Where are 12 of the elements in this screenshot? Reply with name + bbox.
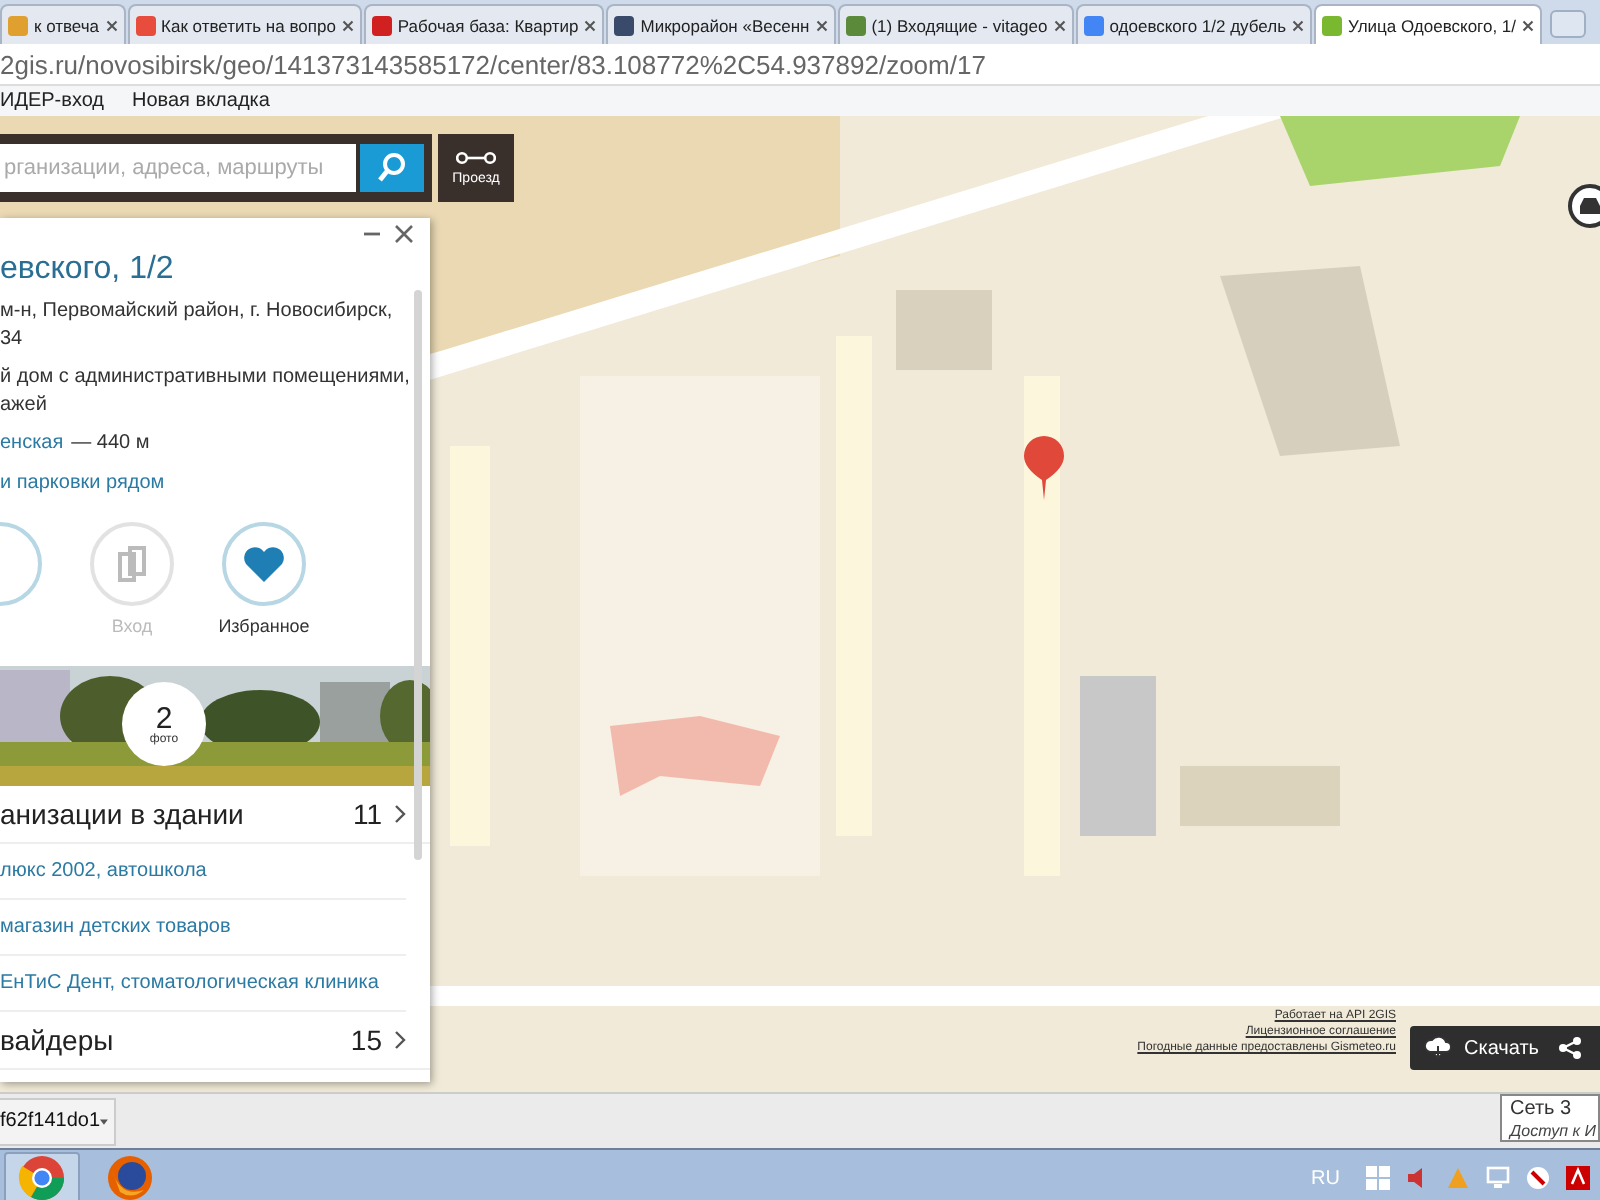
bookmark[interactable]: Новая вкладка bbox=[132, 90, 270, 112]
bookmark[interactable]: ИДЕР-вход bbox=[0, 90, 105, 112]
browser-tab[interactable]: к отвеча bbox=[0, 4, 126, 44]
address-bar[interactable]: 2gis.ru/novosibirsk/geo/141373143585172/center/83.108772%2C54.937892/zoom/17 bbox=[0, 49, 986, 79]
browser-tab[interactable]: Улица Одоевского, 1/ bbox=[1314, 4, 1542, 44]
browser-tab[interactable]: одоевского 1/2 дубель bbox=[1075, 4, 1312, 44]
browser-tab[interactable]: Микрорайон «Весенн bbox=[606, 4, 836, 44]
browser-tab[interactable]: Рабочая база: Квартир bbox=[363, 4, 605, 44]
download-item[interactable]: f62f141do1 bbox=[0, 1097, 116, 1145]
browser-tab[interactable]: (1) Входящие - vitageo bbox=[837, 4, 1074, 44]
tooltip-title: Сеть 3 bbox=[1510, 1098, 1574, 1120]
browser-tab[interactable]: Как ответить на вопро bbox=[127, 4, 362, 44]
